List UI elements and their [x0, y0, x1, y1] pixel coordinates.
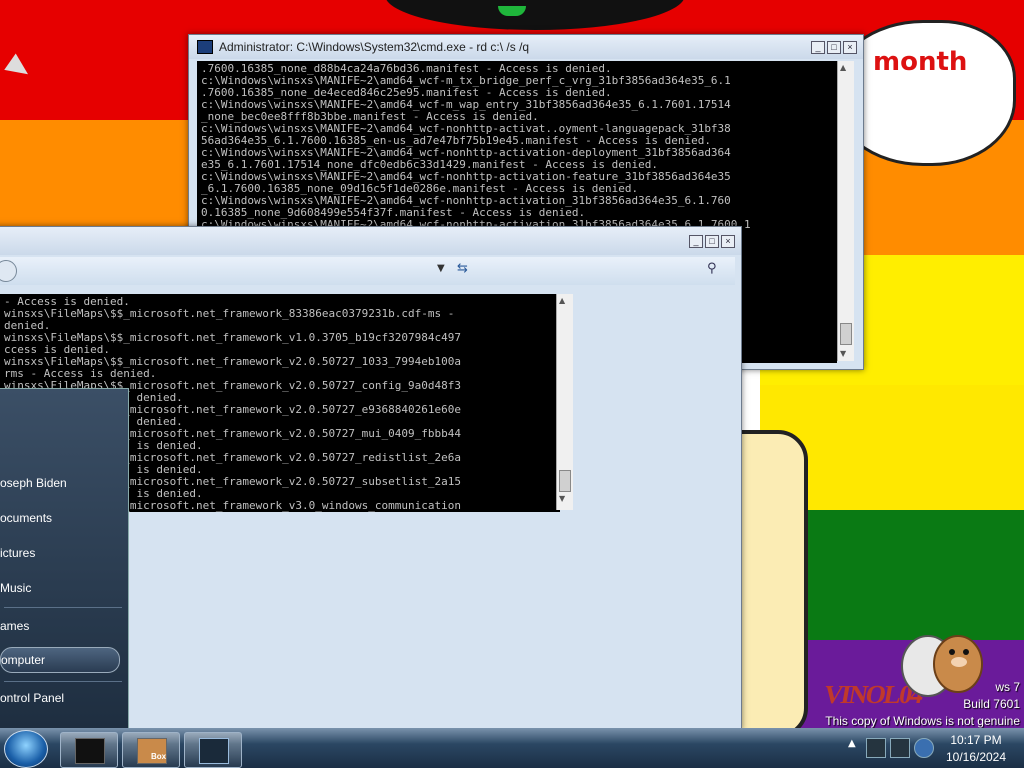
- dropdown-arrow-icon[interactable]: ▼: [437, 263, 445, 274]
- taskbar-button-box[interactable]: Box: [122, 732, 180, 768]
- taskbar-box-label: Box: [151, 752, 167, 761]
- window-icon: [199, 738, 229, 764]
- scroll-down-icon[interactable]: ▼: [559, 494, 565, 503]
- refresh-icon[interactable]: ⇆: [457, 261, 468, 276]
- back-button-icon[interactable]: [0, 260, 17, 282]
- secondary-console-scrollbar[interactable]: ▲ ▼: [556, 294, 573, 510]
- start-menu-item-user[interactable]: oseph Biden: [0, 476, 124, 490]
- start-menu[interactable]: oseph Biden ocuments ictures Music ames …: [0, 388, 129, 729]
- start-menu-item-pictures[interactable]: ictures: [0, 546, 124, 560]
- taskbar-button-window[interactable]: [184, 732, 242, 768]
- minimize-button[interactable]: _: [689, 234, 703, 248]
- start-menu-item-computer[interactable]: omputer: [0, 647, 120, 673]
- scroll-down-icon[interactable]: ▼: [840, 349, 846, 358]
- scroll-up-icon[interactable]: ▲: [559, 296, 565, 305]
- tray-volume-icon[interactable]: [914, 738, 934, 758]
- clock-date: 10/16/2024: [945, 750, 1007, 764]
- start-menu-item-documents[interactable]: ocuments: [0, 511, 124, 525]
- scrollbar-thumb[interactable]: [559, 470, 571, 492]
- start-menu-item-games[interactable]: ames: [0, 619, 124, 633]
- tray-app-icon[interactable]: [866, 738, 886, 758]
- watermark-os-name: ws 7: [995, 680, 1020, 694]
- cmd-icon: [197, 40, 213, 54]
- start-menu-item-control-panel[interactable]: ontrol Panel: [0, 691, 124, 705]
- start-button-icon[interactable]: [4, 730, 48, 768]
- watermark-genuine-notice: This copy of Windows is not genuine: [825, 714, 1020, 728]
- speech-bubble-text: month: [873, 47, 968, 77]
- taskbar-clock[interactable]: 10:17 PM 10/16/2024: [934, 732, 1018, 766]
- tray-network-icon[interactable]: [890, 738, 910, 758]
- scrollbar-thumb[interactable]: [840, 323, 852, 345]
- maximize-button[interactable]: □: [827, 40, 841, 54]
- taskbar-button-cmd[interactable]: [60, 732, 118, 768]
- maximize-button[interactable]: □: [705, 234, 719, 248]
- scroll-up-icon[interactable]: ▲: [840, 63, 846, 72]
- minimize-button[interactable]: _: [811, 40, 825, 54]
- explorer-titlebar[interactable]: _ □ ×: [0, 227, 741, 255]
- hamster-icon: [901, 635, 983, 697]
- search-icon[interactable]: ⚲: [707, 261, 717, 276]
- start-menu-item-music[interactable]: Music: [0, 581, 124, 595]
- cmd-icon: [75, 738, 105, 764]
- clock-time: 10:17 PM: [950, 733, 1002, 747]
- start-menu-separator: [4, 681, 122, 682]
- cmd-scrollbar[interactable]: ▲ ▼: [837, 61, 854, 361]
- tray-expand-icon[interactable]: ▲: [848, 738, 858, 756]
- cmd-titlebar[interactable]: Administrator: C:\Windows\System32\cmd.e…: [189, 35, 863, 59]
- start-menu-separator: [4, 607, 122, 608]
- close-button[interactable]: ×: [721, 234, 735, 248]
- close-button[interactable]: ×: [843, 40, 857, 54]
- explorer-addressbar[interactable]: ▼ ⇆ ⚲: [0, 257, 735, 285]
- secondary-output-line: winsxs\FileMaps\$$_microsoft.net_framewo…: [4, 307, 455, 320]
- cmd-window-title: Administrator: C:\Windows\System32\cmd.e…: [219, 40, 530, 54]
